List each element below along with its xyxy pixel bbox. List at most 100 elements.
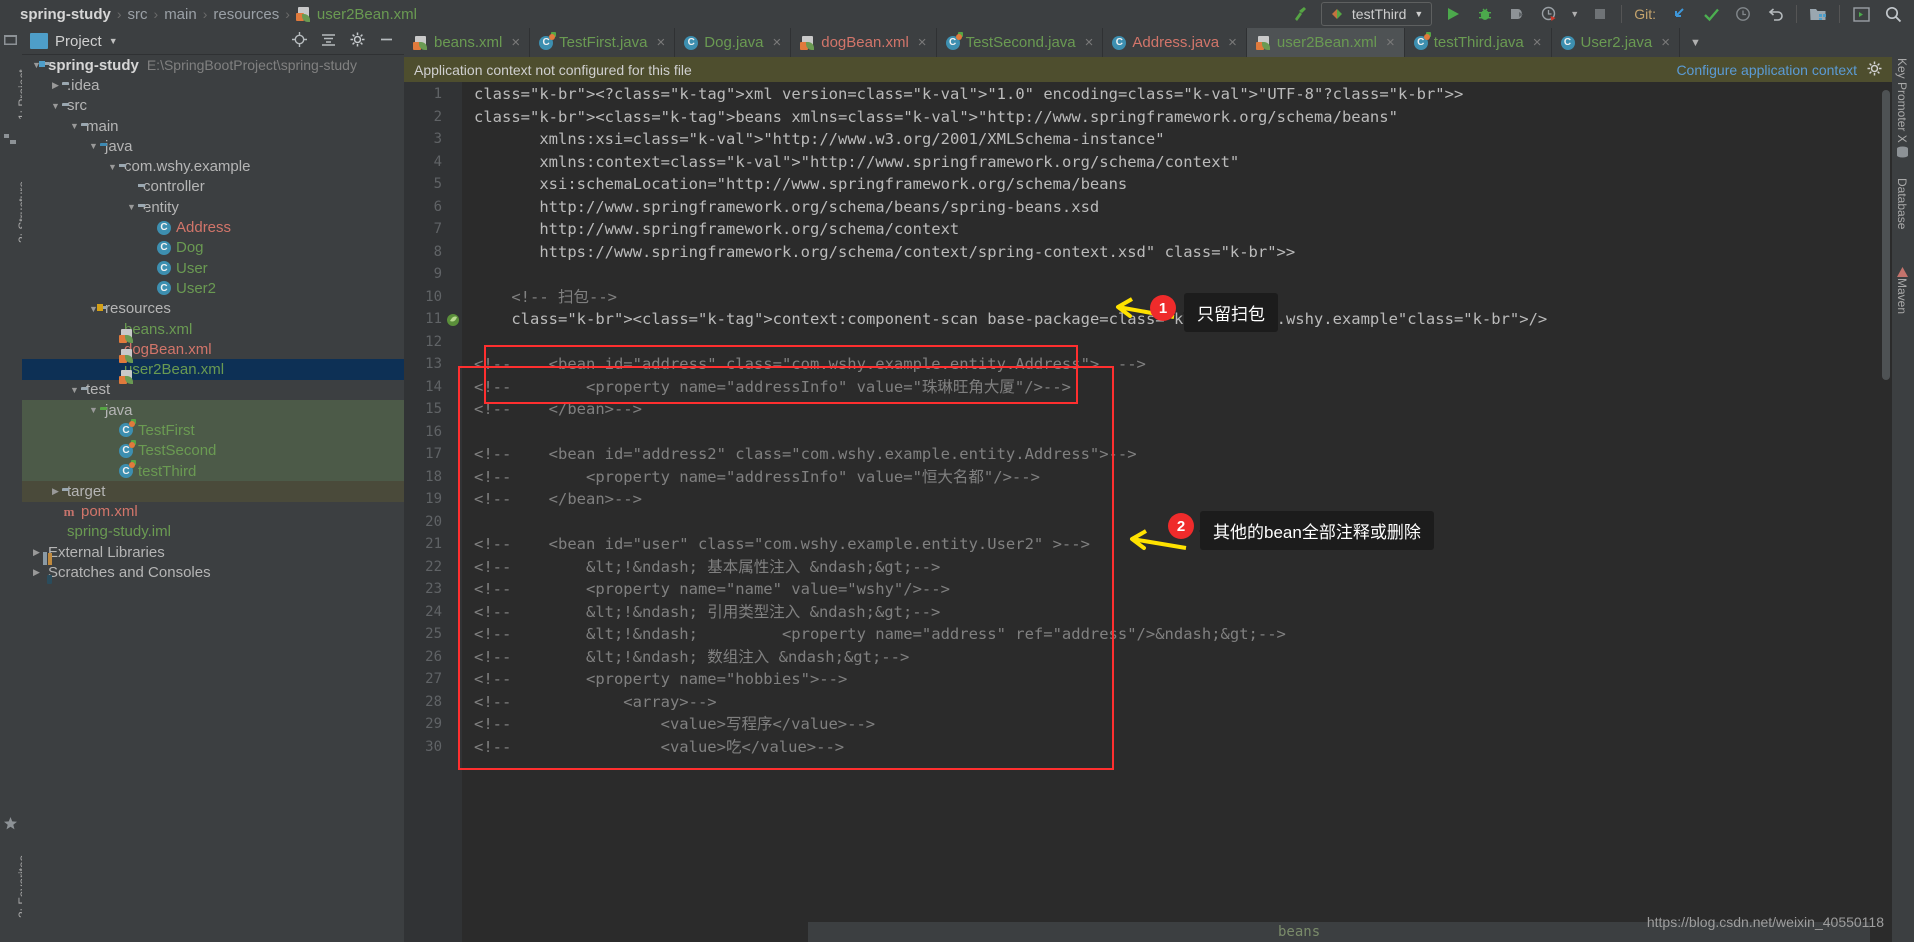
breadcrumb-item-main[interactable]: main [158,6,203,23]
tree-node-beans-xml[interactable]: beans.xml [22,319,404,343]
editor-gutter[interactable]: 1 2 3 4 5 6 7 8 9 10 11 12 13 14 15 16 17 18 19 20 21 22 23 24 2… [404,82,462,942]
hammer-icon[interactable] [1289,3,1311,25]
tree-node-dogbean-xml[interactable]: dogBean.xml [22,339,404,364]
tree-node-testfirst[interactable]: C TestFirst [22,419,404,441]
tree-node-main[interactable]: ▼ main [22,116,404,136]
commit-check-icon[interactable] [1700,3,1722,25]
chevron-down-icon[interactable]: ▼ [109,36,118,46]
tree-node-java[interactable]: ▼ java [22,136,404,156]
profiler-icon[interactable] [1538,3,1560,25]
open-project-icon[interactable] [1807,3,1829,25]
chevron-right-icon[interactable]: ▶ [49,486,62,497]
test-class-icon: C [1413,31,1431,50]
tree-node-target[interactable]: ▶ target [22,481,404,502]
close-icon[interactable]: × [918,34,927,51]
chevron-down-icon[interactable]: ▼ [68,121,81,131]
tree-node--idea[interactable]: ▶ .idea [22,75,404,95]
rollback-icon[interactable] [1764,3,1786,25]
maven-icon[interactable] [1896,266,1909,283]
project-tree[interactable]: ▼ spring-study E:\SpringBootProject\spring… [22,55,404,942]
chevron-down-icon[interactable]: ▼ [125,202,138,212]
run-icon[interactable] [1442,3,1464,25]
run-configuration-selector[interactable]: testThird ▼ [1320,2,1433,26]
editor-tab-testsecond-java[interactable]: C TestSecond.java × [937,28,1104,57]
sidebar-item-maven[interactable]: Maven [1895,278,1909,314]
close-icon[interactable]: × [772,34,781,51]
tree-node-testsecond[interactable]: C TestSecond [22,439,404,461]
tree-node-entity[interactable]: ▼ entity [22,197,404,217]
close-icon[interactable]: × [1085,34,1094,51]
scrollbar-thumb[interactable] [1882,90,1890,380]
chevron-down-icon[interactable]: ▼ [1680,28,1711,57]
tree-node-scratches-and-consoles[interactable]: ▶ Scratches and Consoles [22,562,404,582]
breadcrumb-item-src[interactable]: src [122,6,154,23]
chevron-right-icon[interactable]: ▶ [49,80,62,91]
settings-gear-icon[interactable] [1867,61,1882,79]
close-icon[interactable]: × [657,34,666,51]
tree-node-testthird[interactable]: CtestThird [22,460,404,482]
favorites-star-icon[interactable] [4,817,17,834]
search-everywhere-icon[interactable] [1882,3,1904,25]
editor-tab-bar[interactable]: beans.xml × C TestFirst.java × C Dog.java × dogB… [404,28,1892,57]
tree-node-resources[interactable]: ▼ resources [22,299,404,319]
tree-node-controller[interactable]: controller [22,177,404,197]
code-editor[interactable]: 1 2 3 4 5 6 7 8 9 10 11 12 13 14 15 16 17 18 19 20 21 22 23 24 2… [404,82,1892,942]
tree-node-user2bean-xml[interactable]: user2Bean.xml [22,359,404,384]
project-strip-icon[interactable] [4,34,17,51]
history-clock-icon[interactable] [1732,3,1754,25]
spring-bean-gutter-icon[interactable] [446,313,460,327]
settings-gear-icon[interactable] [350,32,365,51]
editor-tab-beans-xml[interactable]: beans.xml × [404,28,531,57]
editor-tab-user2-java[interactable]: C User2.java × [1552,28,1680,57]
close-icon[interactable]: × [1533,34,1542,51]
chevron-right-icon[interactable]: ▶ [30,567,43,578]
chevron-down-icon[interactable]: ▼ [49,101,62,111]
update-project-icon[interactable] [1668,3,1690,25]
editor-tab-testfirst-java[interactable]: C TestFirst.java × [530,28,676,57]
sidebar-item-database[interactable]: Database [1895,178,1909,229]
tree-node-user2[interactable]: C User2 [22,278,404,298]
tree-node-dog[interactable]: C Dog [22,238,404,258]
tree-node-java[interactable]: ▼ java [22,400,404,421]
close-icon[interactable]: × [1661,34,1670,51]
sidebar-item-key-promoter[interactable]: Key Promoter X [1895,58,1909,143]
close-icon[interactable]: × [1386,34,1395,51]
editor-tab-user2bean-xml[interactable]: user2Bean.xml × [1246,28,1405,57]
editor-tab-dog-java[interactable]: C Dog.java × [675,28,792,57]
chevron-right-icon[interactable]: ▶ [30,547,43,558]
tree-node-com-wshy-example[interactable]: ▼ com.wshy.example [22,156,404,176]
terminal-icon[interactable] [1850,3,1872,25]
tree-node-external-libraries[interactable]: ▶ External Libraries [22,542,404,562]
breadcrumb-item-project[interactable]: spring-study [14,6,117,23]
structure-strip-icon[interactable] [4,133,17,150]
tree-node-user[interactable]: C User [22,258,404,278]
editor-tab-dogbean-xml[interactable]: dogBean.xml × [791,28,937,57]
chevron-down-icon[interactable]: ▼ [68,385,81,395]
editor-tab-testthird-java[interactable]: CtestThird.java × [1405,28,1552,57]
chevron-down-icon[interactable]: ▼ [87,405,100,415]
collapse-all-icon[interactable] [321,32,336,51]
editor-tab-address-java[interactable]: C Address.java × [1103,28,1247,57]
chevron-down-icon[interactable]: ▼ [87,141,100,151]
tree-node-spring-study-iml[interactable]: spring-study.iml [22,522,404,542]
editor-vertical-scrollbar[interactable] [1880,82,1892,942]
hide-panel-icon[interactable] [379,32,394,51]
close-icon[interactable]: × [1228,34,1237,51]
source-code[interactable]: class="k-br"><?class="k-tag">xml version… [462,82,1892,942]
breadcrumb-item-file[interactable]: user2Bean.xml [290,6,423,23]
tree-node-test[interactable]: ▼ test [22,380,404,400]
tree-node-pom-xml[interactable]: m pom.xml [22,502,404,522]
chevron-down-icon[interactable]: ▼ [1570,9,1579,19]
run-with-coverage-icon[interactable] [1506,3,1528,25]
locate-icon[interactable] [292,31,307,51]
debug-bug-icon[interactable] [1474,3,1496,25]
tree-node-spring-study[interactable]: ▼ spring-study E:\SpringBootProject\spring… [22,55,404,75]
configure-application-context-link[interactable]: Configure application context [1676,62,1857,78]
database-icon[interactable] [1896,146,1909,163]
close-icon[interactable]: × [511,34,520,51]
tree-node-address[interactable]: C Address [22,217,404,237]
breadcrumb-item-resources[interactable]: resources [207,6,285,23]
tree-node-src[interactable]: ▼ src [22,96,404,116]
chevron-down-icon[interactable]: ▼ [106,162,119,172]
xml-breadcrumb-beans[interactable]: beans [1278,924,1320,940]
